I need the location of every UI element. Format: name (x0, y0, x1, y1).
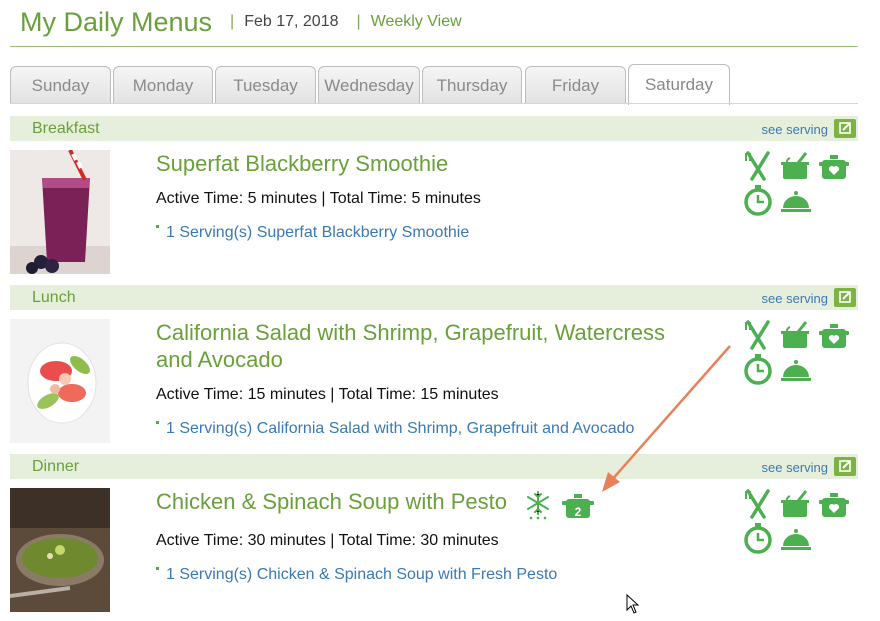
serving-link[interactable]: 1 Serving(s) Superfat Blackberry Smoothi… (156, 224, 469, 242)
meal-header-breakfast: Breakfast see serving (10, 116, 858, 141)
pot-heart-icon[interactable] (818, 150, 850, 182)
recipe-title-line: and Avocado (156, 347, 283, 372)
meal-name: Dinner (32, 458, 80, 475)
see-serving-link[interactable]: see serving (762, 291, 828, 306)
header-separator: | (230, 13, 235, 30)
timer-icon[interactable] (742, 522, 774, 554)
recipe-title[interactable]: Superfat Blackberry Smoothie (156, 150, 448, 177)
timer-icon[interactable] (742, 353, 774, 385)
see-serving-link[interactable]: see serving (762, 460, 828, 475)
tab-thursday[interactable]: Thursday (422, 66, 522, 104)
edit-icon[interactable] (834, 457, 856, 476)
chef-pot-icon[interactable] (780, 150, 812, 182)
meal-name: Breakfast (32, 120, 100, 137)
edit-icon[interactable] (834, 119, 856, 138)
header-separator: | (356, 13, 361, 30)
recipe-image-salad[interactable] (10, 319, 110, 443)
tab-wednesday[interactable]: Wednesday (318, 66, 420, 104)
weekly-view-link[interactable]: Weekly View (371, 13, 462, 31)
annotation-arrow (602, 345, 731, 492)
bullet-marker (156, 225, 159, 229)
recipe-image-smoothie[interactable] (10, 150, 110, 274)
bullet-marker (156, 421, 159, 425)
current-date: Feb 17, 2018 (244, 13, 339, 30)
serving-link[interactable]: 1 Serving(s) Chicken & Spinach Soup with… (156, 566, 557, 584)
fork-knife-icon[interactable] (742, 488, 774, 520)
tab-tuesday[interactable]: Tuesday (215, 66, 316, 104)
pot-heart-icon[interactable] (818, 488, 850, 520)
serving-text: 1 Serving(s) Superfat Blackberry Smoothi… (166, 224, 470, 241)
recipe-title[interactable]: Chicken & Spinach Soup with Pesto (156, 488, 507, 515)
see-serving-link[interactable]: see serving (762, 122, 828, 137)
recipe-actions (742, 488, 854, 558)
chef-pot-icon[interactable] (780, 319, 812, 351)
leftover-count: 2 (575, 505, 582, 519)
recipe-actions (742, 319, 854, 389)
chef-pot-icon[interactable] (780, 488, 812, 520)
meal-name: Lunch (32, 289, 76, 306)
cloche-icon[interactable] (780, 522, 812, 554)
fork-knife-icon[interactable] (742, 319, 774, 351)
pot-heart-icon[interactable] (818, 319, 850, 351)
serving-text: 1 Serving(s) Chicken & Spinach Soup with… (166, 566, 558, 583)
bullet-marker (156, 567, 159, 571)
edit-icon[interactable] (834, 288, 856, 307)
fork-knife-icon[interactable] (742, 150, 774, 182)
recipe-times: Active Time: 30 minutes | Total Time: 30… (156, 532, 499, 549)
recipe-times: Active Time: 5 minutes | Total Time: 5 m… (156, 190, 481, 207)
tab-sunday[interactable]: Sunday (10, 66, 111, 104)
recipe-title-text: Chicken & Spinach Soup with Pesto (156, 489, 507, 514)
tab-friday[interactable]: Friday (525, 66, 626, 104)
tab-monday[interactable]: Monday (113, 66, 213, 104)
cloche-icon[interactable] (780, 353, 812, 385)
cloche-icon[interactable] (780, 184, 812, 216)
recipe-image-soup[interactable] (10, 488, 110, 612)
serving-text: 1 Serving(s) California Salad with Shrim… (166, 420, 635, 437)
tab-saturday[interactable]: Saturday (628, 64, 730, 105)
mouse-cursor-icon (626, 594, 640, 614)
recipe-title[interactable]: California Salad with Shrimp, Grapefruit… (156, 319, 665, 373)
day-tabs: Sunday Monday Tuesday Wednesday Thursday… (10, 64, 858, 105)
recipe-actions (742, 150, 854, 220)
timer-icon[interactable] (742, 184, 774, 216)
recipe-title-line: California Salad with Shrimp, Grapefruit… (156, 320, 666, 345)
header-divider (10, 46, 858, 47)
recipe-times: Active Time: 15 minutes | Total Time: 15… (156, 386, 499, 403)
meal-header-lunch: Lunch see serving (10, 285, 858, 310)
page-header: My Daily Menus | Feb 17, 2018 | Weekly V… (20, 4, 462, 40)
tab-baseline (10, 103, 858, 104)
freezer-snowflake-icon (526, 490, 550, 520)
page-title: My Daily Menus (20, 6, 213, 37)
serving-link[interactable]: 1 Serving(s) California Salad with Shrim… (156, 420, 634, 438)
